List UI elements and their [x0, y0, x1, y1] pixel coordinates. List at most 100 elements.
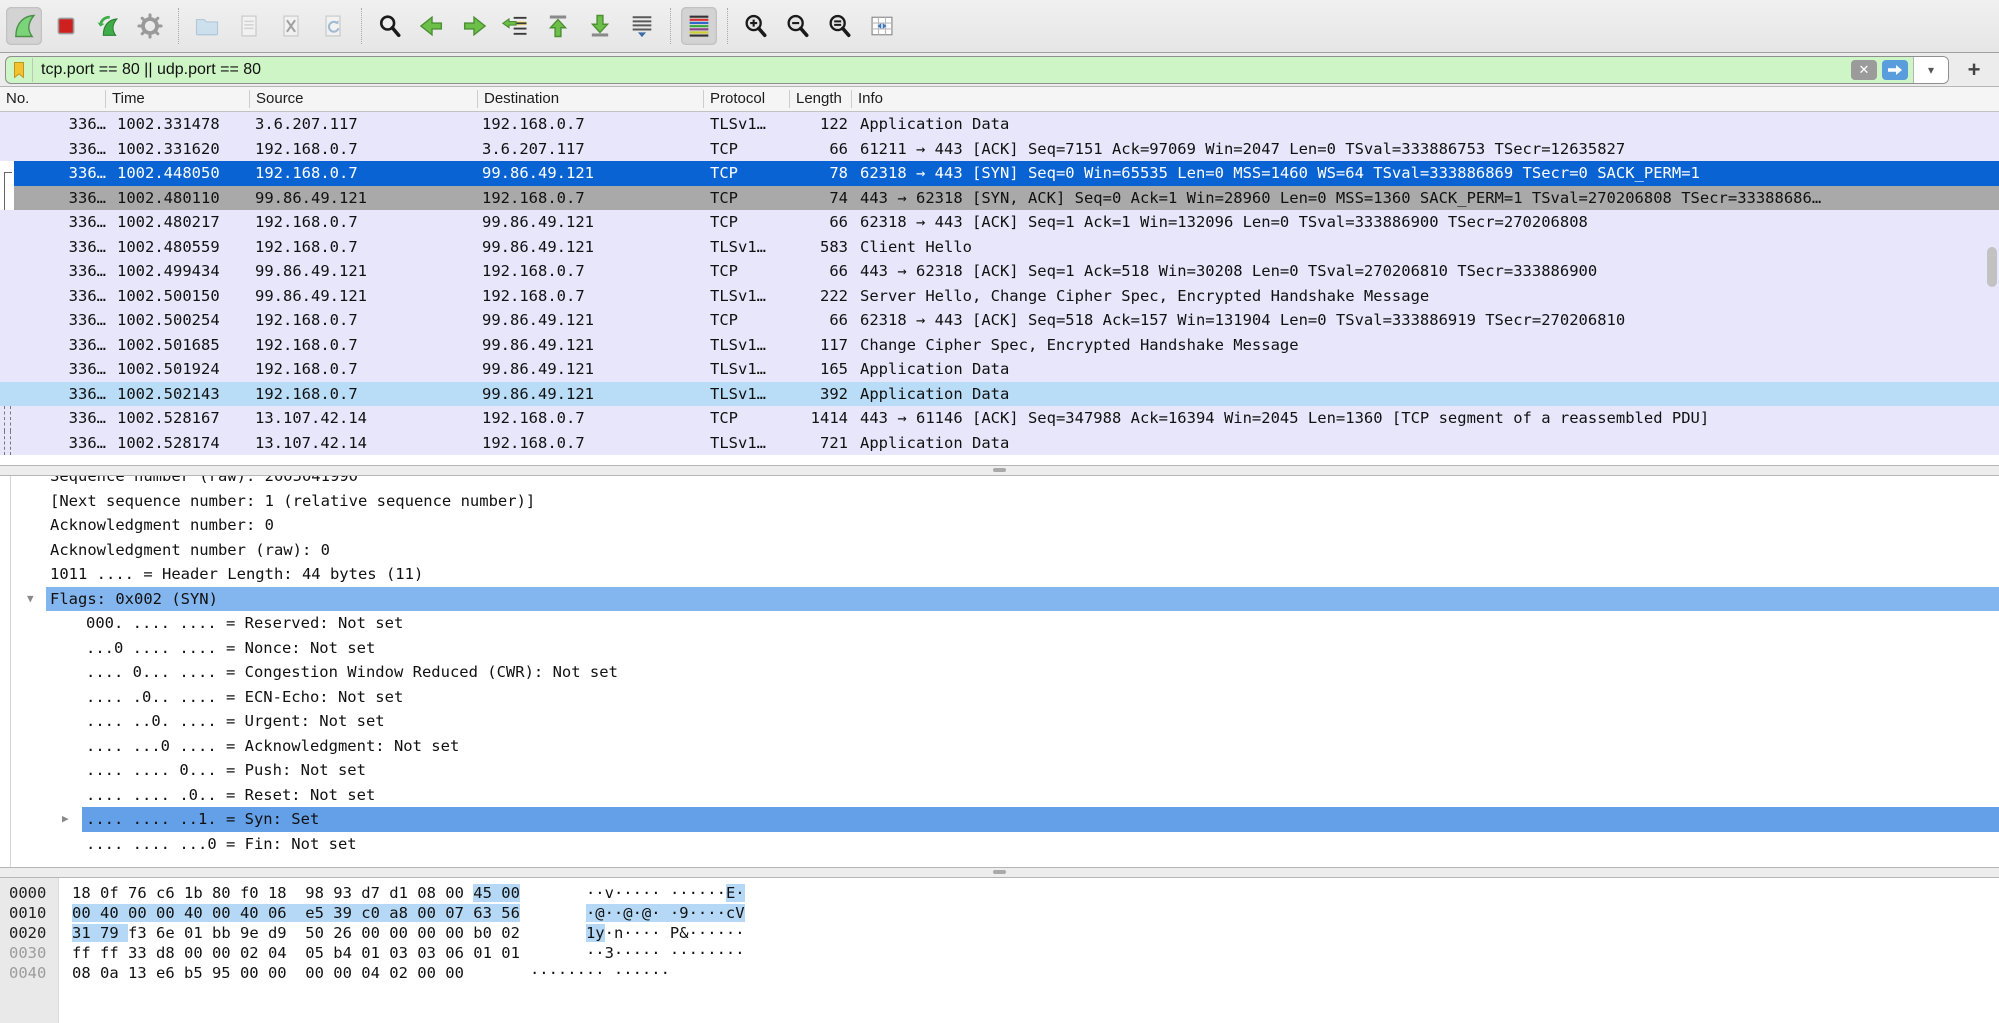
auto-scroll-icon[interactable] — [624, 7, 660, 45]
expander-open-icon[interactable]: ▼ — [27, 587, 34, 612]
packet-row[interactable]: 336…1002.331620192.168.0.73.6.207.117TCP… — [0, 137, 1999, 162]
go-back-icon[interactable] — [414, 7, 450, 45]
detail-line[interactable]: [Next sequence number: 1 (relative seque… — [0, 489, 1999, 514]
packet-row[interactable]: 336…1002.502143192.168.0.799.86.49.121TL… — [0, 382, 1999, 407]
column-header-source[interactable]: Source — [250, 90, 478, 108]
hex-row[interactable]: 002031 79 f3 6e 01 bb 9e d9 50 26 00 00 … — [0, 923, 1999, 943]
detail-line[interactable]: Acknowledgment number (raw): 0 — [0, 538, 1999, 563]
packet-row[interactable]: 336…1002.500254192.168.0.799.86.49.121TC… — [0, 308, 1999, 333]
close-file-icon[interactable] — [273, 7, 309, 45]
cell-source: 192.168.0.7 — [250, 382, 478, 407]
detail-line[interactable]: 000. .... .... = Reserved: Not set — [0, 611, 1999, 636]
detail-line[interactable]: Acknowledgment number: 0 — [0, 513, 1999, 538]
cell-protocol: TLSv1… — [704, 284, 790, 309]
go-to-packet-icon[interactable] — [498, 7, 534, 45]
colorize-icon[interactable] — [681, 7, 717, 45]
filter-bar: ✕ ▾ + — [0, 53, 1999, 86]
splitter-handle[interactable] — [0, 465, 1999, 476]
packet-row[interactable]: 336…1002.480559192.168.0.799.86.49.121TL… — [0, 235, 1999, 260]
go-to-top-icon[interactable] — [540, 7, 576, 45]
cell-protocol: TLSv1… — [704, 382, 790, 407]
detail-line[interactable]: ▶.... .... ..1. = Syn: Set — [0, 807, 1999, 832]
detail-line[interactable]: .... 0... .... = Congestion Window Reduc… — [0, 660, 1999, 685]
hex-row[interactable]: 000018 0f 76 c6 1b 80 f0 18 98 93 d7 d1 … — [0, 883, 1999, 903]
detail-line[interactable]: Sequence number (raw): 2005041990 — [0, 476, 1999, 489]
detail-line[interactable]: 1011 .... = Header Length: 44 bytes (11) — [0, 562, 1999, 587]
cell-no: 336… — [14, 137, 106, 162]
start-capture-icon[interactable] — [6, 7, 42, 45]
filter-add-button[interactable]: + — [1957, 57, 1991, 83]
detail-text: [Next sequence number: 1 (relative seque… — [46, 489, 1999, 514]
reload-file-icon[interactable] — [315, 7, 351, 45]
go-to-bottom-icon[interactable] — [582, 7, 618, 45]
hex-offset: 0040 — [0, 963, 58, 983]
stop-capture-icon[interactable] — [48, 7, 84, 45]
filter-apply-icon[interactable] — [1882, 60, 1908, 80]
filter-bookmark-icon[interactable] — [6, 58, 33, 82]
display-filter-field[interactable]: ✕ ▾ — [5, 56, 1949, 84]
display-filter-input[interactable] — [33, 61, 1851, 79]
packet-row[interactable]: 336…1002.3314783.6.207.117192.168.0.7TLS… — [0, 112, 1999, 137]
find-packet-icon[interactable] — [372, 7, 408, 45]
detail-line[interactable]: ...0 .... .... = Nonce: Not set — [0, 636, 1999, 661]
column-header-protocol[interactable]: Protocol — [704, 90, 790, 108]
hex-offset: 0010 — [0, 903, 58, 923]
hex-row[interactable]: 004008 0a 13 e6 b5 95 00 00 00 00 04 02 … — [0, 963, 1999, 983]
cell-source: 192.168.0.7 — [250, 161, 478, 186]
splitter-handle[interactable] — [0, 867, 1999, 878]
wireshark-window: ✕ ▾ + No.TimeSourceDestinationProtocolLe… — [0, 0, 1999, 1018]
packet-list-scrollbar-thumb[interactable] — [1987, 247, 1997, 287]
packet-row[interactable]: 336…1002.501924192.168.0.799.86.49.121TL… — [0, 357, 1999, 382]
detail-line[interactable]: .... .... 0... = Push: Not set — [0, 758, 1999, 783]
zoom-in-icon[interactable] — [738, 7, 774, 45]
cell-length: 66 — [790, 210, 852, 235]
packet-row[interactable]: 336…1002.52816713.107.42.14192.168.0.7TC… — [0, 406, 1999, 431]
hex-row[interactable]: 001000 40 00 00 40 00 40 06 e5 39 c0 a8 … — [0, 903, 1999, 923]
column-header-destination[interactable]: Destination — [478, 90, 704, 108]
detail-text: .... .... 0... = Push: Not set — [82, 758, 1999, 783]
capture-options-icon[interactable] — [132, 7, 168, 45]
packet-row[interactable]: 336…1002.480217192.168.0.799.86.49.121TC… — [0, 210, 1999, 235]
detail-line[interactable]: .... .... .0.. = Reset: Not set — [0, 783, 1999, 808]
save-file-icon[interactable] — [231, 7, 267, 45]
cell-no: 336… — [14, 161, 106, 186]
packet-row[interactable]: 336…1002.48011099.86.49.121192.168.0.7TC… — [0, 186, 1999, 211]
zoom-reset-icon[interactable] — [822, 7, 858, 45]
expander-closed-icon[interactable]: ▶ — [62, 807, 69, 832]
detail-text: Flags: 0x002 (SYN) — [46, 587, 1999, 612]
packet-row[interactable]: 336…1002.501685192.168.0.799.86.49.121TL… — [0, 333, 1999, 358]
filter-clear-icon[interactable]: ✕ — [1851, 60, 1877, 80]
column-header-no[interactable]: No. — [0, 90, 106, 108]
cell-no: 336… — [14, 431, 106, 456]
packet-row[interactable]: 336…1002.52817413.107.42.14192.168.0.7TL… — [0, 431, 1999, 456]
go-forward-icon[interactable] — [456, 7, 492, 45]
cell-info: 443 → 61146 [ACK] Seq=347988 Ack=16394 W… — [852, 406, 1999, 431]
detail-line[interactable]: .... .... ...0 = Fin: Not set — [0, 832, 1999, 857]
detail-line[interactable]: ▼ Flags: 0x002 (SYN) — [0, 587, 1999, 612]
zoom-out-icon[interactable] — [780, 7, 816, 45]
cell-destination: 99.86.49.121 — [478, 161, 704, 186]
restart-capture-icon[interactable] — [90, 7, 126, 45]
cell-no: 336… — [14, 186, 106, 211]
packet-row[interactable]: 336…1002.49943499.86.49.121192.168.0.7TC… — [0, 259, 1999, 284]
resize-columns-icon[interactable] — [864, 7, 900, 45]
packet-row[interactable]: 336…1002.448050192.168.0.799.86.49.121TC… — [0, 161, 1999, 186]
filter-dropdown-icon[interactable]: ▾ — [1913, 57, 1948, 83]
column-header-info[interactable]: Info — [852, 90, 1999, 108]
open-file-icon[interactable] — [189, 7, 225, 45]
column-header-length[interactable]: Length — [790, 90, 852, 108]
cell-time: 1002.480559 — [106, 235, 250, 260]
column-header-time[interactable]: Time — [106, 90, 250, 108]
detail-line[interactable]: .... ...0 .... = Acknowledgment: Not set — [0, 734, 1999, 759]
cell-length: 222 — [790, 284, 852, 309]
toolbar-separator — [178, 8, 180, 44]
cell-length: 66 — [790, 308, 852, 333]
cell-info: 62318 → 443 [ACK] Seq=518 Ack=157 Win=13… — [852, 308, 1999, 333]
cell-no: 336… — [14, 382, 106, 407]
detail-line[interactable]: .... .0.. .... = ECN-Echo: Not set — [0, 685, 1999, 710]
hex-row[interactable]: 0030ff ff 33 d8 00 00 02 04 05 b4 01 03 … — [0, 943, 1999, 963]
detail-line[interactable]: .... ..0. .... = Urgent: Not set — [0, 709, 1999, 734]
packet-row[interactable]: 336…1002.50015099.86.49.121192.168.0.7TL… — [0, 284, 1999, 309]
cell-protocol: TLSv1… — [704, 235, 790, 260]
cell-info: Application Data — [852, 431, 1999, 456]
